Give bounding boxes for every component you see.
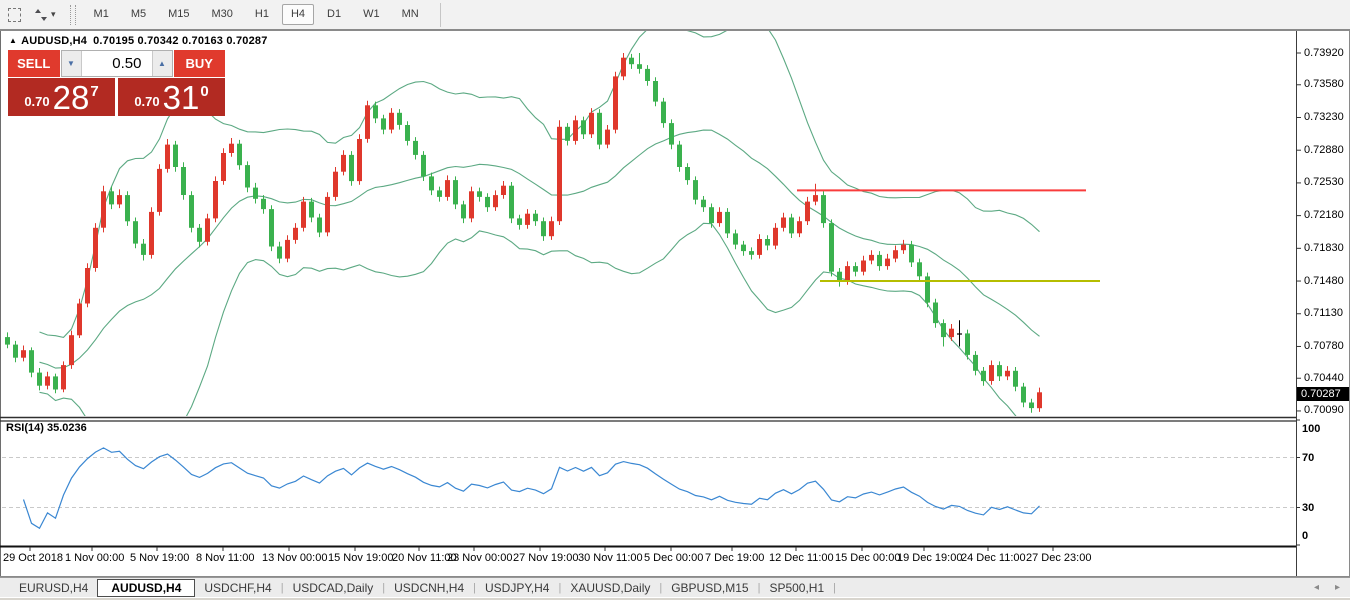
select-rectangle-tool-button[interactable] (3, 3, 26, 27)
time-axis-label: 19 Dec 19:00 (897, 552, 962, 564)
buy-button[interactable]: BUY (173, 50, 226, 77)
time-axis-label: 5 Dec 00:00 (644, 552, 703, 564)
time-axis-label: 27 Nov 19:00 (513, 552, 578, 564)
timeframe-button-m30[interactable]: M30 (203, 4, 242, 25)
chart-ohlc-readout: 0.70195 0.70342 0.70163 0.70287 (93, 35, 267, 47)
price-axis-label: 0.73230 (1304, 111, 1344, 123)
time-axis-label: 27 Dec 23:00 (1026, 552, 1091, 564)
price-axis-label: 0.72530 (1304, 176, 1344, 188)
price-axis-label: 0.70780 (1304, 340, 1344, 352)
rsi-axis-label: 30 (1302, 502, 1314, 514)
timeframe-button-h4[interactable]: H4 (282, 4, 314, 25)
sell-button[interactable]: SELL (8, 50, 61, 77)
timeframe-button-h1[interactable]: H1 (246, 4, 278, 25)
price-axis-label: 0.71130 (1304, 307, 1343, 319)
buy-price-prefix: 0.70 (134, 94, 159, 109)
chart-title: ▲ AUDUSD,H4 0.70195 0.70342 0.70163 0.7028… (9, 35, 268, 47)
tab-scroll-right-button[interactable]: ▸ (1335, 582, 1340, 593)
timeframe-button-w1[interactable]: W1 (354, 4, 389, 25)
one-click-trading-panel: SELL ▼ ▲ BUY 0.70 28 7 0.70 31 0 (8, 50, 225, 116)
sell-price-prefix: 0.70 (24, 94, 49, 109)
time-axis-label: 13 Nov 00:00 (262, 552, 327, 564)
chart-symbol-label: AUDUSD,H4 (21, 35, 87, 47)
sell-price-main: 28 (53, 83, 90, 113)
time-axis-label: 15 Nov 19:00 (328, 552, 393, 564)
time-axis-label: 12 Dec 11:00 (769, 552, 834, 564)
volume-increase-button[interactable]: ▲ (152, 51, 172, 76)
chart-tab-usdchf[interactable]: USDCHF,H4 (195, 580, 280, 596)
timeframe-button-m5[interactable]: M5 (122, 4, 155, 25)
select-rectangle-icon (8, 8, 21, 22)
volume-decrease-button[interactable]: ▼ (62, 51, 82, 76)
buy-price-pip: 0 (200, 83, 208, 100)
timeframe-button-mn[interactable]: MN (393, 4, 428, 25)
chart-tab-audusd[interactable]: AUDUSD,H4 (97, 579, 195, 597)
tab-scroll-left-button[interactable]: ◂ (1314, 582, 1319, 593)
rsi-line (24, 448, 1040, 528)
tab-separator: | (833, 582, 836, 594)
buy-price-display[interactable]: 0.70 31 0 (117, 78, 225, 116)
current-price-tag: 0.70287 (1297, 387, 1349, 401)
chart-tab-usdcad[interactable]: USDCAD,Daily (284, 580, 383, 596)
sell-price-display[interactable]: 0.70 28 7 (8, 78, 116, 116)
time-axis-label: 29 Oct 2018 (3, 552, 63, 564)
time-axis-label: 1 Nov 00:00 (65, 552, 124, 564)
price-axis-label: 0.72880 (1304, 144, 1344, 156)
timeframe-button-m15[interactable]: M15 (159, 4, 198, 25)
timeframe-button-d1[interactable]: D1 (318, 4, 350, 25)
toolbar: ▾ M1M5M15M30H1H4D1W1MN (0, 0, 1350, 30)
chart-tab-xauusd[interactable]: XAUUSD,Daily (561, 580, 659, 596)
volume-input[interactable] (82, 51, 152, 76)
time-axis-label: 23 Nov 00:00 (447, 552, 512, 564)
price-axis-label: 0.73920 (1304, 47, 1344, 59)
price-axis-label: 0.71480 (1304, 275, 1344, 287)
sell-price-pip: 7 (90, 83, 98, 100)
dropdown-caret-icon[interactable]: ▾ (51, 9, 56, 20)
time-axis-label: 5 Nov 19:00 (130, 552, 189, 564)
price-axis-label: 0.70440 (1304, 372, 1344, 384)
toolbar-separator (440, 3, 441, 27)
price-axis-label: 0.73580 (1304, 78, 1344, 90)
toolbar-gripper[interactable] (70, 5, 76, 25)
sort-arrows-icon (34, 8, 48, 22)
arrange-windows-button[interactable]: ▾ (29, 3, 61, 27)
volume-spinner: ▼ ▲ (61, 50, 173, 77)
time-axis-label: 8 Nov 11:00 (196, 552, 255, 564)
price-axis-label: 0.72180 (1304, 209, 1344, 221)
timeframe-button-m1[interactable]: M1 (85, 4, 118, 25)
rsi-axis-label: 0 (1302, 530, 1308, 542)
collapse-arrow-icon[interactable]: ▲ (9, 36, 17, 45)
rsi-axis-label: 100 (1302, 423, 1320, 435)
rsi-indicator-label: RSI(14) 35.0236 (6, 422, 87, 434)
timeframe-buttons: M1M5M15M30H1H4D1W1MN (83, 4, 430, 25)
price-axis-label: 0.71830 (1304, 242, 1344, 254)
chart-tab-usdjpy[interactable]: USDJPY,H4 (476, 580, 558, 596)
chart-tab-eurusd[interactable]: EURUSD,H4 (10, 580, 97, 596)
chart-tab-gbpusd[interactable]: GBPUSD,M15 (662, 580, 757, 596)
time-axis-label: 24 Dec 11:00 (961, 552, 1026, 564)
rsi-axis-label: 70 (1302, 452, 1314, 464)
time-axis-label: 7 Dec 19:00 (705, 552, 764, 564)
time-axis-label: 15 Dec 00:00 (835, 552, 900, 564)
price-axis-label: 0.70090 (1304, 404, 1344, 416)
chart-tab-usdcnh[interactable]: USDCNH,H4 (385, 580, 473, 596)
time-axis-label: 30 Nov 11:00 (578, 552, 643, 564)
buy-price-main: 31 (163, 83, 200, 113)
chart-tab-sp500[interactable]: SP500,H1 (760, 580, 833, 596)
chart-tab-bar: EURUSD,H4AUDUSD,H4USDCHF,H4 | USDCAD,Daily… (0, 577, 1350, 597)
